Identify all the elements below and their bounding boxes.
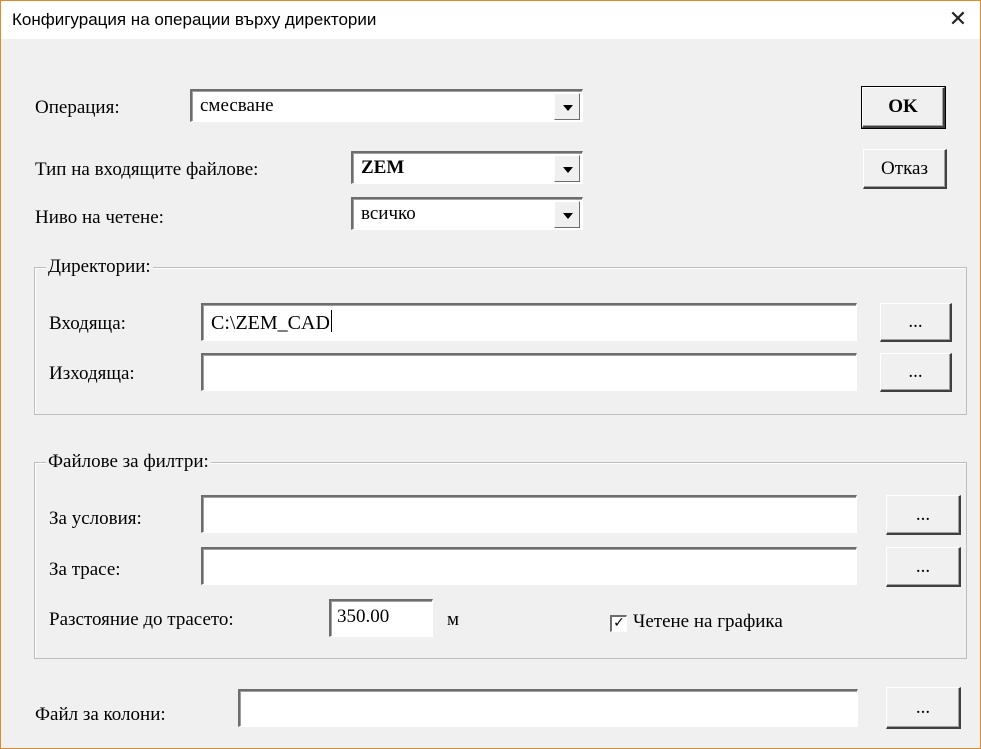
close-icon[interactable]: ✕ bbox=[936, 3, 980, 37]
input-type-value: ZEM bbox=[361, 157, 405, 178]
input-dir-label: Входяща: bbox=[49, 313, 126, 334]
chevron-down-icon[interactable] bbox=[554, 201, 580, 228]
output-dir-field[interactable] bbox=[201, 353, 857, 391]
chevron-down-icon[interactable] bbox=[554, 155, 580, 182]
output-dir-label: Изходяща: bbox=[49, 363, 135, 384]
cancel-button[interactable]: Отказ bbox=[863, 149, 947, 189]
columns-label: Файл за колони: bbox=[35, 704, 166, 725]
conditions-label: За условия: bbox=[49, 508, 142, 529]
input-dir-value: C:\ZEM_CAD bbox=[211, 312, 330, 334]
distance-label: Разстояние до трасето: bbox=[49, 609, 234, 630]
text-caret bbox=[330, 310, 332, 332]
filters-legend: Файлове за филтри: bbox=[46, 451, 211, 473]
read-level-value: всичко bbox=[361, 203, 416, 224]
input-type-label: Тип на входящите файлове: bbox=[35, 159, 259, 180]
conditions-field[interactable] bbox=[201, 495, 857, 533]
operation-label: Операция: bbox=[35, 97, 120, 118]
input-type-select[interactable]: ZEM bbox=[351, 151, 583, 184]
distance-value: 350.00 bbox=[337, 606, 390, 627]
columns-field[interactable] bbox=[238, 689, 858, 727]
distance-field[interactable]: 350.00 bbox=[329, 599, 433, 637]
browse-conditions-button[interactable]: ... bbox=[886, 495, 961, 535]
browse-output-dir-button[interactable]: ... bbox=[880, 353, 952, 392]
directories-legend: Директории: bbox=[46, 256, 153, 278]
graphics-label[interactable]: Четене на графика bbox=[633, 611, 783, 633]
input-dir-field[interactable]: C:\ZEM_CAD bbox=[201, 303, 857, 341]
window-title: Конфигурация на операции върху директори… bbox=[12, 10, 377, 29]
chevron-down-icon[interactable] bbox=[554, 93, 580, 120]
route-label: За трасе: bbox=[49, 559, 121, 580]
browse-columns-button[interactable]: ... bbox=[886, 687, 961, 729]
route-field[interactable] bbox=[201, 547, 857, 585]
browse-input-dir-button[interactable]: ... bbox=[880, 303, 952, 342]
read-level-label: Ниво на четене: bbox=[35, 207, 164, 228]
dialog-window: Конфигурация на операции върху директори… bbox=[0, 0, 981, 749]
operation-value: смесване bbox=[200, 95, 274, 116]
distance-unit: м bbox=[447, 609, 460, 630]
directories-group bbox=[34, 267, 967, 415]
ok-button[interactable]: OK bbox=[861, 86, 946, 129]
operation-select[interactable]: смесване bbox=[190, 89, 583, 122]
title-bar: Конфигурация на операции върху директори… bbox=[1, 1, 980, 39]
browse-route-button[interactable]: ... bbox=[886, 547, 961, 587]
graphics-checkbox[interactable]: ✓ bbox=[610, 615, 627, 632]
read-level-select[interactable]: всичко bbox=[351, 197, 583, 230]
